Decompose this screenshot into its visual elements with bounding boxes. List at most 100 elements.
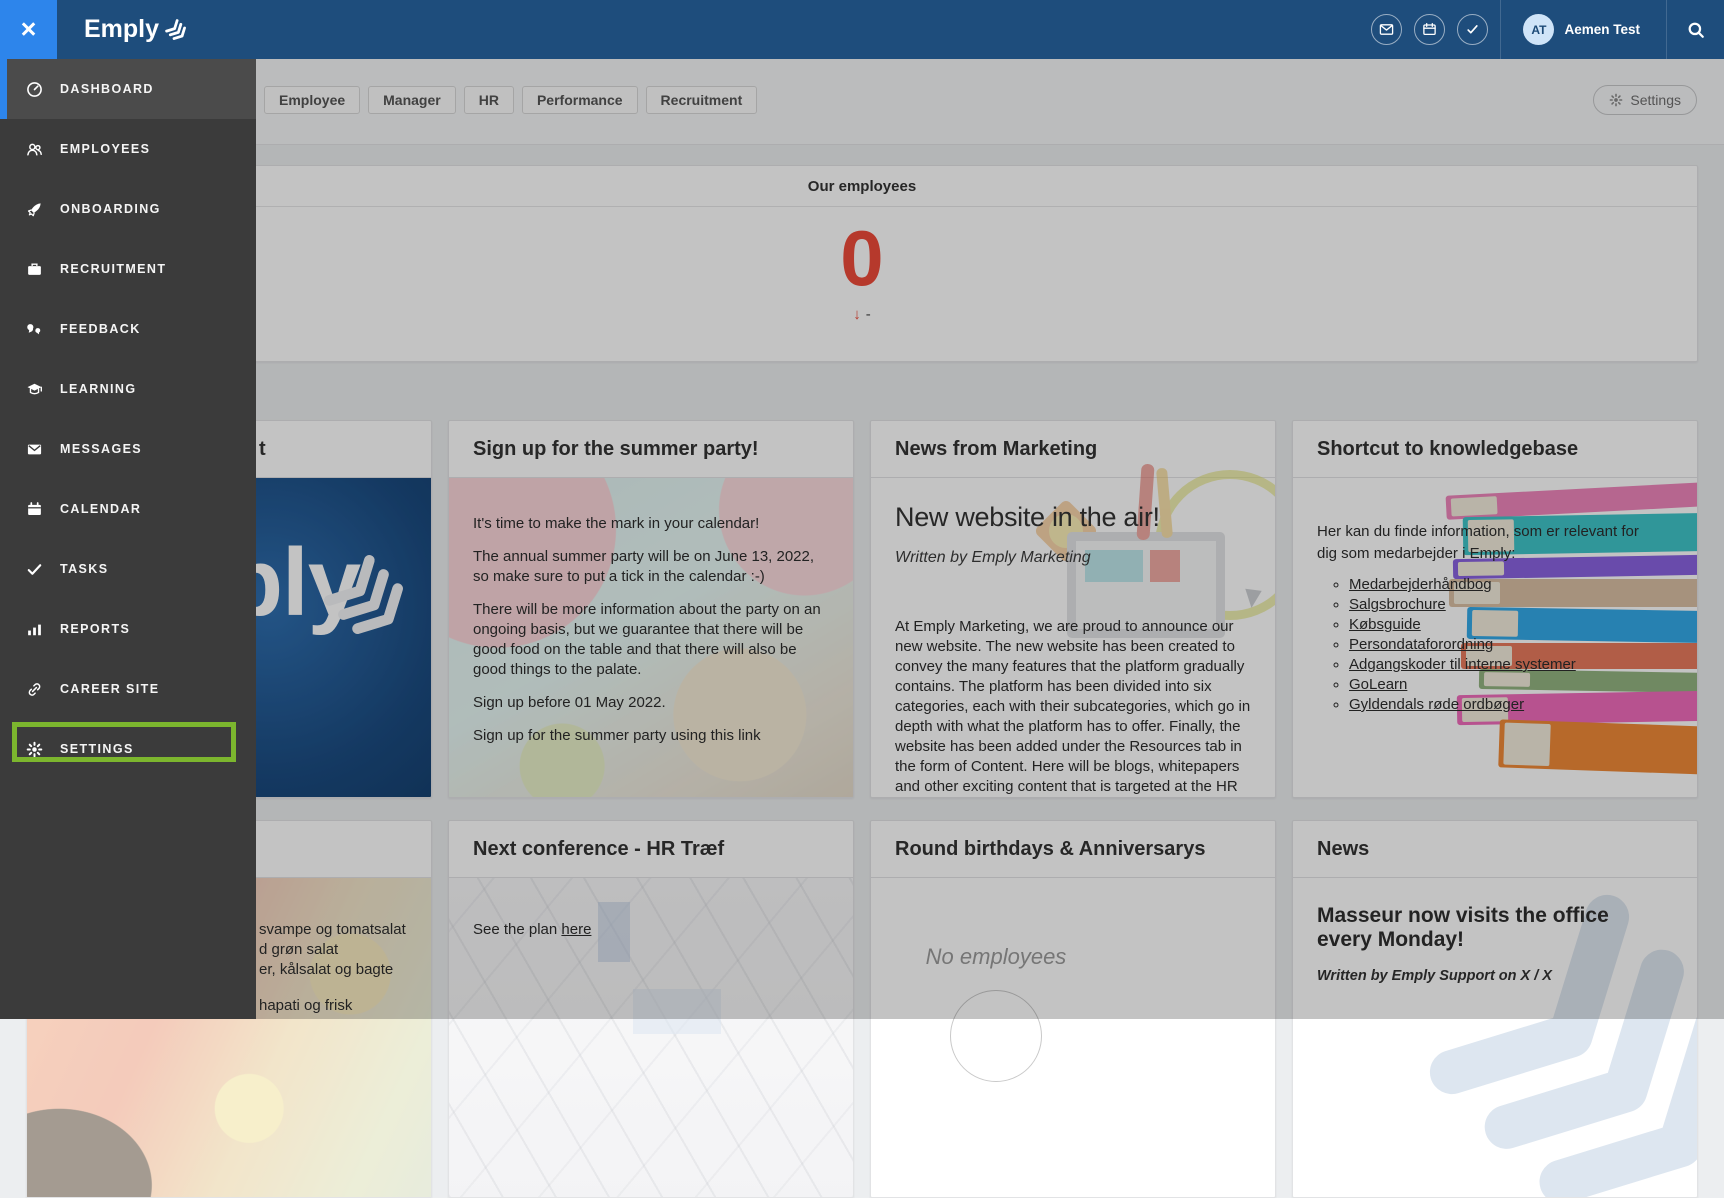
topbar: × Emply AT Aemen Test xyxy=(0,0,1724,59)
link-salgsbrochure[interactable]: Salgsbrochure xyxy=(1349,596,1446,613)
avatar-placeholder-circle xyxy=(950,990,1042,1082)
check-icon xyxy=(25,561,43,578)
menu-line: hapati og frisk xyxy=(259,996,406,1016)
empty-state-text: No employees xyxy=(871,944,1121,970)
dashboard-settings-button[interactable]: Settings xyxy=(1593,85,1697,115)
link-adgangskoder[interactable]: Adgangskoder til interne systemer xyxy=(1349,656,1576,673)
card-title-fragment: t xyxy=(259,438,266,461)
user-name[interactable]: Aemen Test xyxy=(1564,22,1640,37)
article-byline: Written by Emply Support on X / X xyxy=(1317,968,1667,984)
conference-text-prefix: See the plan xyxy=(473,921,561,938)
card-knowledgebase: Shortcut to knowledgebase Her kan du fin… xyxy=(1292,420,1698,798)
menu-line: er, kålsalat og bagte xyxy=(259,960,406,980)
card-title: Shortcut to knowledgebase xyxy=(1293,421,1697,478)
sidebar-item-career-site[interactable]: CAREER SITE xyxy=(0,659,256,719)
conference-text: See the plan here xyxy=(473,921,591,938)
calendar-icon xyxy=(1422,22,1437,37)
sidebar-item-label: RECRUITMENT xyxy=(60,262,166,276)
sidebar-item-feedback[interactable]: FEEDBACK xyxy=(0,299,256,359)
tabs-strip: Employee Manager HR Performance Recruitm… xyxy=(0,59,1724,145)
tab-hr[interactable]: HR xyxy=(464,86,514,114)
mail-icon xyxy=(1379,22,1394,37)
sidebar-item-label: SETTINGS xyxy=(60,742,134,756)
user-avatar[interactable]: AT xyxy=(1523,14,1554,45)
card-title-text: Sign up for the summer party! xyxy=(473,438,759,461)
card-title-text: Shortcut to knowledgebase xyxy=(1317,438,1578,461)
link-medarbejderhaandbog[interactable]: Medarbejderhåndbog xyxy=(1349,576,1492,593)
settings-pill-label: Settings xyxy=(1630,92,1681,108)
sidebar-menu: DASHBOARD EMPLOYEES ONBOARDING RECRUITME… xyxy=(0,59,256,1019)
lunch-menu-text: svampe og tomatsalat d grøn salat er, kå… xyxy=(259,920,406,1016)
link-persondataforordning[interactable]: Persondataforordning xyxy=(1349,636,1493,653)
card-title-text: News xyxy=(1317,838,1369,861)
emply-chevron-logo xyxy=(310,541,423,654)
close-menu-button[interactable]: × xyxy=(0,0,57,59)
sidebar-item-label: CALENDAR xyxy=(60,502,141,516)
rocket-icon xyxy=(25,201,43,218)
birthdays-empty-state: No employees xyxy=(871,878,1121,1082)
card-title-text: News from Marketing xyxy=(895,438,1097,461)
tab-recruitment[interactable]: Recruitment xyxy=(646,86,758,114)
graduation-cap-icon xyxy=(25,381,43,398)
sidebar-item-label: LEARNING xyxy=(60,382,136,396)
messages-button[interactable] xyxy=(1371,14,1402,45)
plan-link[interactable]: here xyxy=(561,921,591,938)
sidebar-item-employees[interactable]: EMPLOYEES xyxy=(0,119,256,179)
banner-shape xyxy=(633,989,721,1034)
card-birthdays: Round birthdays & Anniversarys No employ… xyxy=(870,820,1276,1198)
link-golearn[interactable]: GoLearn xyxy=(1349,676,1407,693)
knowledgebase-text: Her kan du finde information, som er rel… xyxy=(1293,478,1697,798)
employee-trend: ↓- xyxy=(27,306,1697,323)
tab-performance[interactable]: Performance xyxy=(522,86,638,114)
link-gyldendals[interactable]: Gyldendals røde ordbøger xyxy=(1349,696,1524,713)
tab-employee[interactable]: Employee xyxy=(264,86,360,114)
article-heading: Masseur now visits the office every Mond… xyxy=(1317,904,1667,952)
widget-title: Our employees xyxy=(27,166,1697,207)
feedback-icon xyxy=(25,321,43,338)
paragraph: There will be more information about the… xyxy=(473,600,829,680)
dashboard-tabs: Employee Manager HR Performance Recruitm… xyxy=(264,86,757,114)
tasks-button[interactable] xyxy=(1457,14,1488,45)
sidebar-item-reports[interactable]: REPORTS xyxy=(0,599,256,659)
card-news-from-marketing: News from Marketing New website in the a… xyxy=(870,420,1276,798)
emply-logo[interactable]: Emply xyxy=(84,15,187,44)
sidebar-item-label: TASKS xyxy=(60,562,108,576)
card-news: News Masseur now visits the office every… xyxy=(1292,820,1698,1198)
sidebar-item-dashboard[interactable]: DASHBOARD xyxy=(0,59,256,119)
link-koebsguide[interactable]: Købsguide xyxy=(1349,616,1421,633)
sidebar-item-label: DASHBOARD xyxy=(60,82,154,96)
sidebar-item-messages[interactable]: MESSAGES xyxy=(0,419,256,479)
briefcase-icon xyxy=(25,261,43,278)
sidebar-item-calendar[interactable]: CALENDAR xyxy=(0,479,256,539)
paragraph: It's time to make the mark in your calen… xyxy=(473,514,829,534)
sidebar-item-settings[interactable]: SETTINGS xyxy=(0,719,256,779)
divider xyxy=(1500,0,1501,59)
sidebar-item-recruitment[interactable]: RECRUITMENT xyxy=(0,239,256,299)
sidebar-item-tasks[interactable]: TASKS xyxy=(0,539,256,599)
banner-shape xyxy=(598,902,630,962)
sidebar-item-onboarding[interactable]: ONBOARDING xyxy=(0,179,256,239)
main-content: Employee Manager HR Performance Recruitm… xyxy=(0,59,1724,1019)
link-icon xyxy=(25,681,43,698)
tab-manager[interactable]: Manager xyxy=(368,86,456,114)
card-title: News xyxy=(1293,821,1697,878)
summer-party-text: It's time to make the mark in your calen… xyxy=(449,478,853,798)
calendar-button[interactable] xyxy=(1414,14,1445,45)
emply-chevron-icon xyxy=(162,16,192,46)
knowledgebase-intro: Her kan du finde information, som er rel… xyxy=(1317,521,1647,565)
paragraph: The annual summer party will be on June … xyxy=(473,547,829,587)
sidebar-item-label: FEEDBACK xyxy=(60,322,141,336)
card-title-text: Round birthdays & Anniversarys xyxy=(895,838,1205,861)
sidebar-item-learning[interactable]: LEARNING xyxy=(0,359,256,419)
bar-chart-icon xyxy=(25,621,43,638)
card-title-text: Next conference - HR Træf xyxy=(473,838,724,861)
envelope-icon xyxy=(25,441,43,458)
topbar-actions: AT Aemen Test xyxy=(1371,0,1724,59)
trend-down-arrow-icon: ↓ xyxy=(853,306,861,323)
gear-icon xyxy=(25,741,43,758)
marketing-article: New website in the air! Written by Emply… xyxy=(871,478,1275,798)
trend-value: - xyxy=(866,306,871,323)
search-button[interactable] xyxy=(1667,21,1724,39)
sidebar-item-label: CAREER SITE xyxy=(60,682,159,696)
check-icon xyxy=(1465,22,1480,37)
